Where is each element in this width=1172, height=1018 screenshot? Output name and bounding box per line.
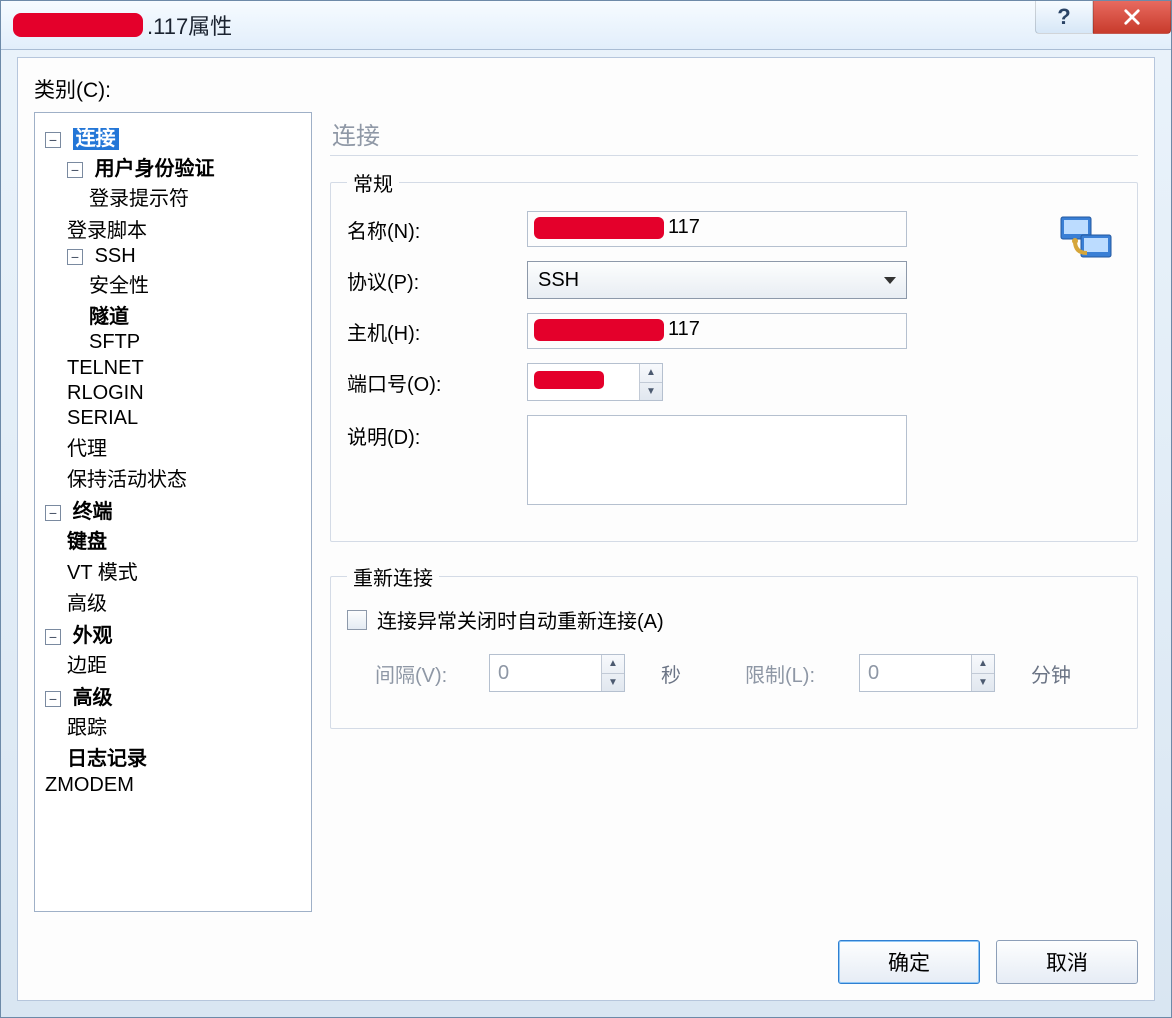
main-area: − 连接 − 用户身份验证 登录提示符 登录脚本 xyxy=(34,112,1138,922)
port-spinner[interactable]: ▲ ▼ xyxy=(527,363,663,401)
client-area: 类别(C): − 连接 − 用户身份验证 登录提示符 xyxy=(17,57,1155,1001)
tree-logging[interactable]: 日志记录 xyxy=(67,748,147,770)
title-buttons: ? xyxy=(1035,1,1171,49)
ok-button[interactable]: 确定 xyxy=(838,940,980,984)
section-title: 连接 xyxy=(330,112,1138,156)
spinner-up-icon[interactable]: ▲ xyxy=(972,655,994,674)
spinner-down-icon[interactable]: ▼ xyxy=(602,674,624,692)
desc-label: 说明(D): xyxy=(347,415,527,450)
host-label: 主机(H): xyxy=(347,317,527,346)
limit-unit: 分钟 xyxy=(1031,659,1071,688)
tree-tunnel[interactable]: 隧道 xyxy=(89,306,129,328)
expander-icon[interactable]: − xyxy=(67,249,83,265)
protocol-label: 协议(P): xyxy=(347,266,527,295)
expander-icon[interactable]: − xyxy=(45,505,61,521)
redacted-title xyxy=(13,13,143,37)
tree-sftp[interactable]: SFTP xyxy=(89,331,140,353)
expander-icon[interactable]: − xyxy=(45,132,61,148)
tree-keyboard[interactable]: 键盘 xyxy=(67,531,107,553)
protocol-value: SSH xyxy=(538,269,579,292)
close-icon xyxy=(1122,7,1142,27)
redacted-port xyxy=(534,371,604,389)
auto-reconnect-checkbox[interactable] xyxy=(347,610,367,630)
interval-label: 间隔(V): xyxy=(375,659,465,688)
redacted-host xyxy=(534,319,664,341)
properties-dialog: .117属性 ? 类别(C): − 连接 xyxy=(0,0,1172,1018)
general-group: 常规 名称(N): xyxy=(330,168,1138,542)
reconnect-legend: 重新连接 xyxy=(347,562,439,591)
title-suffix: .117属性 xyxy=(147,9,232,41)
tree-ssh[interactable]: SSH xyxy=(95,245,136,267)
description-textarea[interactable] xyxy=(527,415,907,505)
port-label: 端口号(O): xyxy=(347,368,527,397)
tree-vt-mode[interactable]: VT 模式 xyxy=(67,562,138,584)
chevron-down-icon xyxy=(884,277,896,284)
auto-reconnect-label: 连接异常关闭时自动重新连接(A) xyxy=(377,605,664,634)
host-suffix: 117 xyxy=(668,318,700,341)
reconnect-group: 重新连接 连接异常关闭时自动重新连接(A) 间隔(V): ▲ ▼ xyxy=(330,562,1138,729)
button-bar: 确定 取消 xyxy=(838,940,1138,984)
interval-spinner[interactable]: ▲ ▼ xyxy=(489,654,625,692)
limit-label: 限制(L): xyxy=(745,659,835,688)
spinner-down-icon[interactable]: ▼ xyxy=(972,674,994,692)
tree-serial[interactable]: SERIAL xyxy=(67,407,138,429)
tree-keep-alive[interactable]: 保持活动状态 xyxy=(67,469,187,491)
connection-icon xyxy=(1055,211,1119,277)
tree-login-script[interactable]: 登录脚本 xyxy=(67,220,147,242)
expander-icon[interactable]: − xyxy=(67,162,83,178)
protocol-select[interactable]: SSH xyxy=(527,261,907,299)
tree-advanced[interactable]: 高级 xyxy=(73,687,113,709)
spinner-down-icon[interactable]: ▼ xyxy=(640,383,662,401)
tree-trace[interactable]: 跟踪 xyxy=(67,717,107,739)
spinner-up-icon[interactable]: ▲ xyxy=(640,364,662,383)
expander-icon[interactable]: − xyxy=(45,691,61,707)
expander-icon[interactable]: − xyxy=(45,629,61,645)
help-button[interactable]: ? xyxy=(1035,1,1093,34)
tree-telnet[interactable]: TELNET xyxy=(67,357,144,379)
tree-login-prompt[interactable]: 登录提示符 xyxy=(89,188,189,210)
category-tree[interactable]: − 连接 − 用户身份验证 登录提示符 登录脚本 xyxy=(34,112,312,912)
tree-zmodem[interactable]: ZMODEM xyxy=(45,774,134,796)
tree-proxy[interactable]: 代理 xyxy=(67,438,107,460)
tree-appearance[interactable]: 外观 xyxy=(73,625,113,647)
settings-panel: 连接 常规 名称(N): xyxy=(330,112,1138,922)
tree-terminal[interactable]: 终端 xyxy=(73,501,113,523)
close-button[interactable] xyxy=(1093,1,1171,34)
name-label: 名称(N): xyxy=(347,215,527,244)
window-title: .117属性 xyxy=(13,9,232,41)
tree-user-auth[interactable]: 用户身份验证 xyxy=(95,158,215,180)
limit-spinner[interactable]: ▲ ▼ xyxy=(859,654,995,692)
category-label: 类别(C): xyxy=(34,74,1138,104)
tree-margin[interactable]: 边距 xyxy=(67,655,107,677)
tree-connection[interactable]: 连接 xyxy=(73,128,119,150)
limit-value[interactable] xyxy=(860,655,971,691)
tree-rlogin[interactable]: RLOGIN xyxy=(67,382,144,404)
host-input[interactable]: 117 xyxy=(527,313,907,349)
name-suffix: 117 xyxy=(668,216,700,239)
name-input[interactable]: 117 xyxy=(527,211,907,247)
tree-security[interactable]: 安全性 xyxy=(89,275,149,297)
title-bar: .117属性 ? xyxy=(1,1,1171,50)
spinner-up-icon[interactable]: ▲ xyxy=(602,655,624,674)
general-legend: 常规 xyxy=(347,168,399,197)
redacted-name xyxy=(534,217,664,239)
interval-unit: 秒 xyxy=(661,659,681,688)
interval-value[interactable] xyxy=(490,655,601,691)
cancel-button[interactable]: 取消 xyxy=(996,940,1138,984)
tree-advanced-terminal[interactable]: 高级 xyxy=(67,593,107,615)
